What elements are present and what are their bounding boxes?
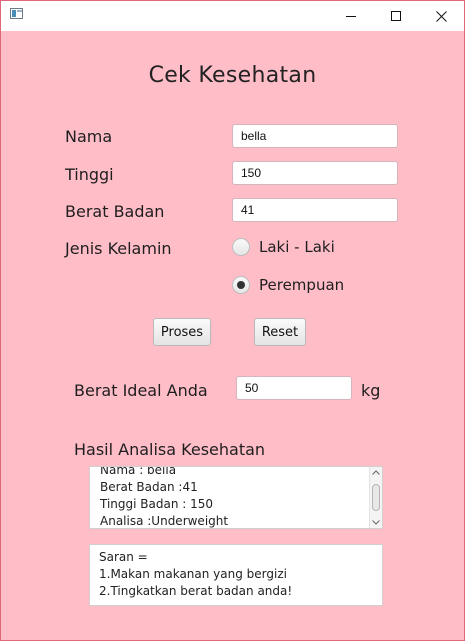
analysis-lines: Nama : bella Berat Badan :41 Tinggi Bada… [100,466,229,528]
kg-unit-label: kg [361,381,381,400]
nama-input[interactable] [232,124,398,148]
page-title: Cek Kesehatan [148,63,317,88]
minimize-button[interactable] [328,1,374,31]
tinggi-input[interactable] [232,161,398,185]
radio-laki-laki-indicator[interactable] [232,238,250,256]
hasil-analisa-label: Hasil Analisa Kesehatan [74,440,266,459]
saran-textarea[interactable]: Saran = 1.Makan makanan yang bergizi 2.T… [89,544,383,606]
reset-button[interactable]: Reset [254,318,306,346]
radio-perempuan-label: Perempuan [259,276,345,294]
tinggi-label: Tinggi [65,165,114,184]
analysis-line: Berat Badan :41 [100,480,198,494]
berat-ideal-label: Berat Ideal Anda [74,381,208,400]
app-window: Cek Kesehatan Nama Tinggi Berat Badan Je… [0,0,465,641]
scroll-up-icon[interactable] [370,467,382,478]
radio-perempuan-indicator[interactable] [232,276,250,294]
jenis-kelamin-label: Jenis Kelamin [65,239,172,258]
maximize-icon [391,11,401,21]
analysis-line: Nama : bella [100,466,177,477]
scrollbar-thumb[interactable] [372,484,380,511]
close-button[interactable] [418,1,464,31]
saran-lines: Saran = 1.Makan makanan yang bergizi 2.T… [99,549,292,600]
saran-line: 1.Makan makanan yang bergizi [99,567,287,581]
saran-line: Saran = [99,550,148,564]
app-window-icon [10,8,23,19]
close-icon [435,10,447,22]
analysis-line: Analisa :Underweight [100,514,229,528]
title-bar [1,1,464,31]
proses-button[interactable]: Proses [153,318,211,346]
analysis-textarea[interactable]: Nama : bella Berat Badan :41 Tinggi Bada… [89,466,383,529]
minimize-icon [346,16,356,17]
analysis-scrollbar[interactable] [369,467,382,528]
berat-badan-input[interactable] [232,198,398,222]
radio-laki-laki-label: Laki - Laki [259,238,335,256]
radio-laki-laki[interactable]: Laki - Laki [232,238,335,256]
maximize-button[interactable] [373,1,419,31]
radio-perempuan[interactable]: Perempuan [232,276,344,294]
scroll-down-icon[interactable] [370,517,382,528]
berat-ideal-field[interactable] [236,376,352,400]
berat-badan-label: Berat Badan [65,202,165,221]
analysis-line: Tinggi Badan : 150 [100,497,214,511]
nama-label: Nama [65,127,113,146]
saran-line: 2.Tingkatkan berat badan anda! [99,584,293,598]
